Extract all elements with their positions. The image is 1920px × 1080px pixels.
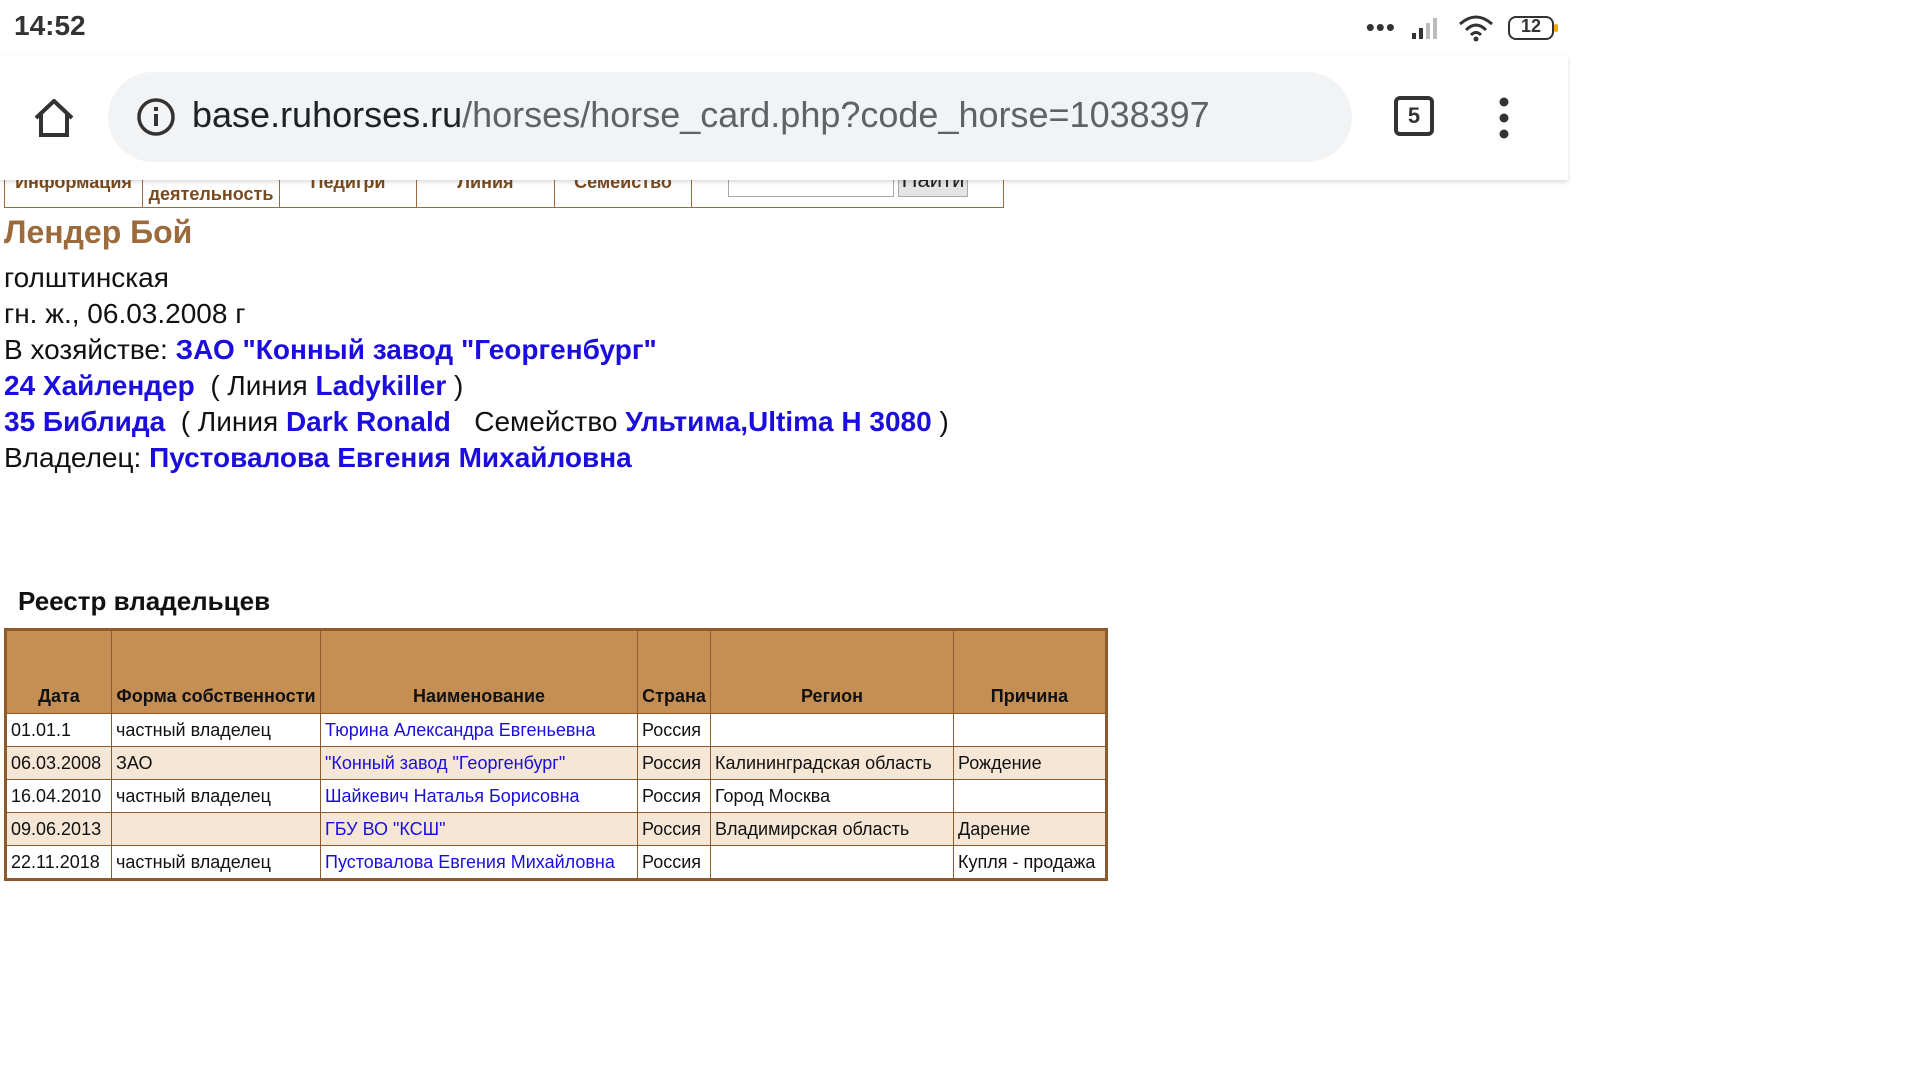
cell-name-link[interactable]: Шайкевич Наталья Борисовна [320,779,638,813]
table-row: 16.04.2010 частный владелец Шайкевич Нат… [5,779,1107,813]
col-ownership: Форма собственности [111,629,321,714]
dam-line: 35 Библида ( Линия Dark Ronald Семейство… [4,406,949,438]
cell-region: Город Москва [710,779,954,813]
cell-region: Владимирская область [710,812,954,846]
sire-line-close: ) [454,370,464,401]
cell-reason: Дарение [953,812,1107,846]
owners-registry-table: Дата Форма собственности Наименование Ст… [4,628,1108,881]
sire-line-label: ( Линия [210,370,308,401]
table-row: 22.11.2018 частный владелец Пустовалова … [5,845,1107,880]
cell-name-link[interactable]: Пустовалова Евгения Михайловна [320,845,638,880]
url-host: base.ruhorses.ru [192,94,463,135]
cell-reason [953,779,1107,813]
farm-label: В хозяйстве: [4,334,168,365]
tabs-count: 5 [1407,103,1421,128]
cell-ownership: частный владелец [111,779,321,813]
cell-ownership: частный владелец [111,845,321,880]
horse-details: гн. ж., 06.03.2008 г [4,298,246,329]
cell-date: 06.03.2008 [5,746,112,780]
dam-line-close: ) [939,406,949,437]
cell-country: Россия [637,812,711,846]
table-row: 01.01.1 частный владелец Тюрина Александ… [5,713,1107,747]
cell-date: 01.01.1 [5,713,112,747]
status-bar: 14:52 ••• 12 [0,0,1568,56]
battery-icon: 12 [1508,15,1558,40]
table-row: 06.03.2008 ЗАО "Конный завод "Георгенбур… [5,746,1107,780]
sire-line: 24 Хайлендер ( Линия Ladykiller ) [4,370,463,402]
cell-ownership: частный владелец [111,713,321,747]
dam-line-link[interactable]: Dark Ronald [286,406,451,437]
owner-line: Владелец: Пустовалова Евгения Михайловна [4,442,632,474]
menu-icon[interactable] [1496,96,1512,140]
owner-label: Владелец: [4,442,142,473]
status-icons: ••• 12 [1365,12,1558,43]
info-icon[interactable] [136,97,176,137]
cell-date: 16.04.2010 [5,779,112,813]
cell-country: Россия [637,746,711,780]
cell-name-link[interactable]: "Конный завод "Георгенбург" [320,746,638,780]
cell-region [710,713,954,747]
col-reason: Причина [953,629,1107,714]
farm-link[interactable]: ЗАО "Конный завод "Георгенбург" [176,334,657,365]
col-name: Наименование [320,629,638,714]
family-label: Семейство [474,406,618,437]
cell-date: 22.11.2018 [5,845,112,880]
family-link[interactable]: Ультима,Ultima H 3080 [625,406,931,437]
cell-country: Россия [637,845,711,880]
clock: 14:52 [14,10,86,41]
cell-ownership: ЗАО [111,746,321,780]
farm-line: В хозяйстве: ЗАО "Конный завод "Георгенб… [4,334,657,366]
more-notifications-icon: ••• [1365,12,1396,42]
col-date: Дата [5,629,112,714]
cell-reason [953,713,1107,747]
url-text[interactable]: base.ruhorses.ru/horses/horse_card.php?c… [192,94,1210,136]
cell-name-link[interactable]: Тюрина Александра Евгеньевна [320,713,638,747]
cell-country: Россия [637,713,711,747]
table-header-row: Дата Форма собственности Наименование Ст… [5,629,1107,714]
tabs-button[interactable]: 5 [1394,96,1434,136]
battery-level: 12 [1520,15,1542,36]
owner-link[interactable]: Пустовалова Евгения Михайловна [149,442,632,473]
col-country: Страна [637,629,711,714]
sire-line-link[interactable]: Ladykiller [315,370,446,401]
wifi-icon [1459,15,1493,41]
dam-link[interactable]: 35 Библида [4,406,165,437]
horse-name: Лендер Бой [4,214,193,250]
browser-toolbar: base.ruhorses.ru/horses/horse_card.php?c… [0,56,1568,180]
url-path: /horses/horse_card.php?code_horse=103839… [462,94,1210,135]
home-icon[interactable] [32,96,76,140]
horse-breed: голштинская [4,262,169,293]
cell-ownership [111,812,321,846]
cell-reason: Рождение [953,746,1107,780]
dam-line-label: ( Линия [180,406,279,437]
col-region: Регион [710,629,954,714]
cell-reason: Купля - продажа [953,845,1107,880]
cell-name-link[interactable]: ГБУ ВО "КСШ" [320,812,638,846]
cell-date: 09.06.2013 [5,812,112,846]
cell-region: Калининградская область [710,746,954,780]
address-bar[interactable]: base.ruhorses.ru/horses/horse_card.php?c… [108,72,1352,162]
cell-country: Россия [637,779,711,813]
cell-region [710,845,954,880]
registry-title: Реестр владельцев [18,586,271,616]
table-row: 09.06.2013 ГБУ ВО "КСШ" Россия Владимирс… [5,812,1107,846]
sire-link[interactable]: 24 Хайлендер [4,370,195,401]
signal-icon [1412,17,1437,39]
